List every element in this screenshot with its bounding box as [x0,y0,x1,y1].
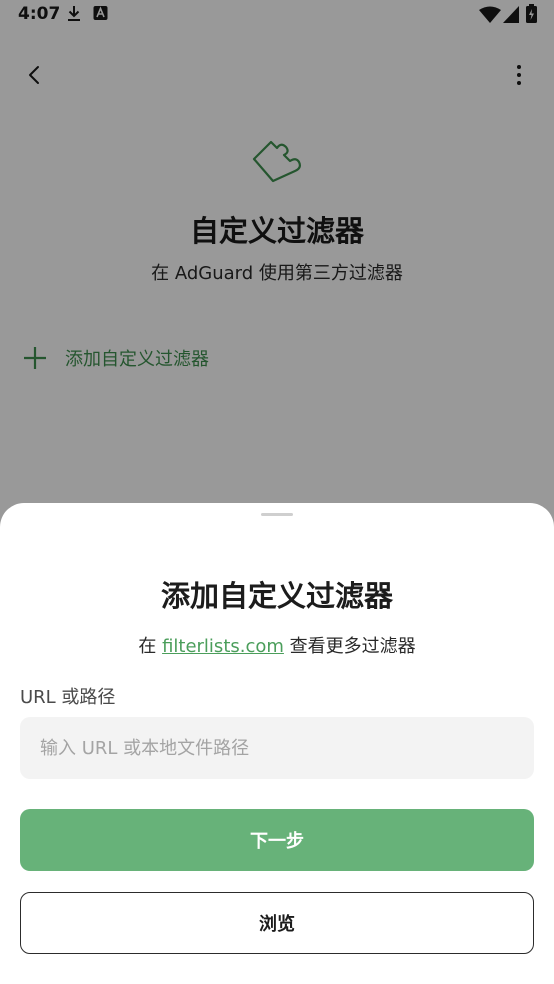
sheet-subtitle: 在 filterlists.com 查看更多过滤器 [0,632,554,658]
sheet-subtitle-prefix: 在 [138,636,163,657]
sheet-drag-handle[interactable] [261,513,293,516]
url-or-path-input[interactable] [20,717,534,779]
add-filter-bottom-sheet: 添加自定义过滤器 在 filterlists.com 查看更多过滤器 URL 或… [0,503,554,984]
sheet-title: 添加自定义过滤器 [160,579,393,613]
url-field-label: URL 或路径 [20,687,116,708]
sheet-subtitle-suffix: 查看更多过滤器 [283,636,416,657]
next-button[interactable]: 下一步 [20,809,534,871]
filterlists-link[interactable]: filterlists.com [162,636,284,657]
browse-button[interactable]: 浏览 [20,892,534,954]
